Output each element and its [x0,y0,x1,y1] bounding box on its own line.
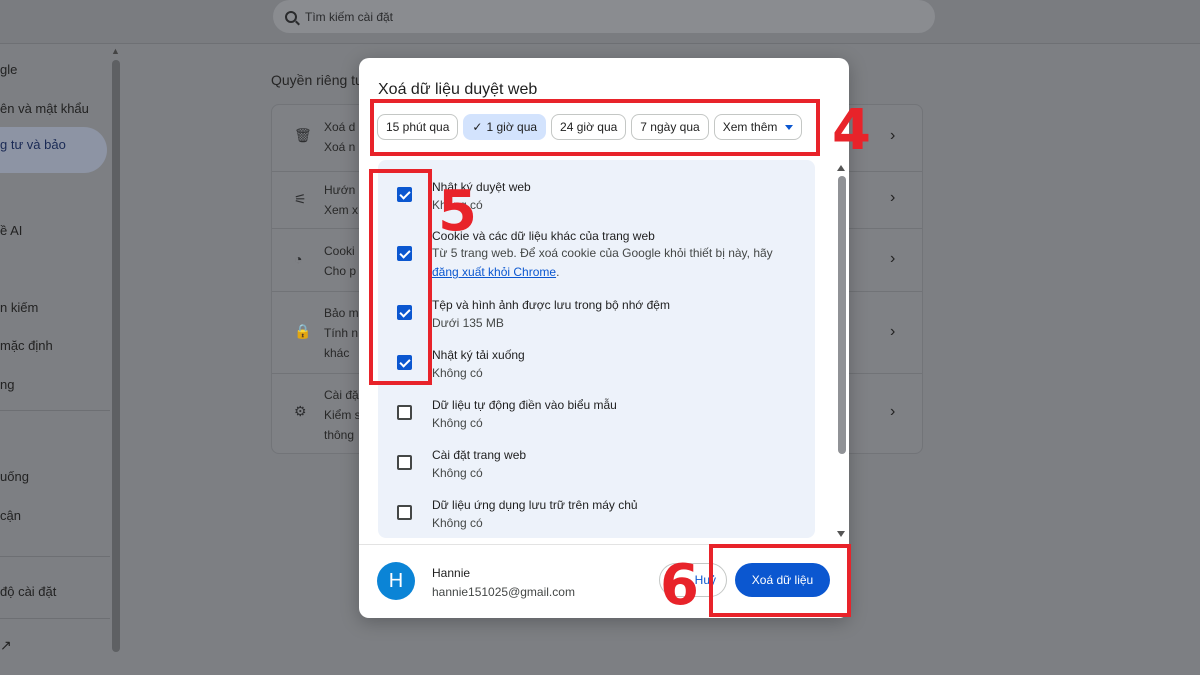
lock-icon: 🔒 [294,323,312,339]
sidebar-divider [0,556,110,557]
scroll-up-icon[interactable] [837,165,845,171]
checkbox-site-settings[interactable] [397,455,412,470]
sidebar-item-startup[interactable]: ng [0,377,14,392]
annotation-number-5: 5 [438,179,477,244]
section-title: Quyền riêng tư [271,72,365,88]
chevron-right-icon[interactable]: › [890,189,895,207]
user-email: hannie151025@gmail.com [432,585,575,599]
settings-search[interactable]: Tìm kiếm cài đặt [273,0,935,33]
sidebar-item-downloads[interactable]: uống [0,469,29,484]
sidebar-item-search[interactable]: n kiếm [0,300,38,315]
sidebar-item-accessibility[interactable]: cận [0,508,21,523]
search-icon [285,10,297,23]
sidebar-item-privacy[interactable]: g tư và bảo [0,137,66,152]
annotation-box-checkboxes [369,169,432,385]
item-subtitle: Không có [432,416,483,430]
user-name: Hannie [432,566,471,580]
item-title: Tệp và hình ảnh được lưu trong bộ nhớ đệ… [432,298,670,312]
search-placeholder: Tìm kiếm cài đặt [305,9,394,24]
item-title: Cài đặt trang web [432,448,527,462]
card-row-text[interactable]: Hướn Xem x [324,180,358,220]
dialog-scrollbar[interactable] [838,176,846,454]
sidebar-item-autofill[interactable]: ên và mật khẩu [0,101,89,116]
chevron-right-icon[interactable]: › [890,403,895,421]
item-title: Dữ liệu tự động điền vào biểu mẫu [432,398,617,412]
sidebar-scroll-up-icon[interactable]: ▲ [111,46,120,56]
annotation-box-time-range [370,99,820,156]
guide-icon: ⚟ [294,191,307,207]
chevron-right-icon[interactable]: › [890,250,895,268]
checkbox-hosted-app-data[interactable] [397,505,412,520]
item-subtitle: Dưới 135 MB [432,316,504,330]
dialog-title: Xoá dữ liệu duyệt web [378,81,538,98]
chevron-right-icon[interactable]: › [890,127,895,145]
sidebar-divider [0,410,110,411]
annotation-box-clear-button [709,544,851,617]
item-subtitle: Từ 5 trang web. Để xoá cookie của Google… [432,246,773,279]
item-subtitle: Không có [432,198,483,212]
scroll-down-icon[interactable] [837,531,845,537]
annotation-number-6: 6 [660,553,699,618]
item-title: Nhật ký tải xuống [432,348,525,362]
external-link-icon[interactable]: ↗ [0,637,12,654]
sidebar-item-ai[interactable]: ề AI [0,223,22,238]
trash-icon: 🗑 [294,127,312,143]
sidebar-scrollbar[interactable] [112,60,120,652]
card-row-text[interactable]: Cooki Cho p [324,241,356,281]
sliders-icon: ⚙ [294,403,307,419]
avatar: H [377,562,415,600]
annotation-number-4: 4 [832,98,871,163]
item-subtitle: Không có [432,466,483,480]
sidebar-item-default[interactable]: mặc định [0,338,53,353]
card-row-text[interactable]: Cài đặ Kiểm s thông [324,385,361,445]
sidebar-divider [0,618,110,619]
card-row-text[interactable]: Xoá d Xoá n [324,117,355,157]
sidebar-item-reset[interactable]: độ cài đặt [0,584,56,599]
checkbox-autofill[interactable] [397,405,412,420]
item-subtitle: Không có [432,516,483,530]
item-title: Dữ liệu ứng dụng lưu trữ trên máy chủ [432,498,638,512]
chevron-right-icon[interactable]: › [890,323,895,341]
cookie-icon: ◔ [294,251,303,267]
sign-out-chrome-link[interactable]: đăng xuất khỏi Chrome [432,265,556,279]
item-subtitle: Không có [432,366,483,380]
card-row-text[interactable]: Bảo m Tính n khác [324,303,359,363]
sidebar-item-google[interactable]: gle [0,62,17,77]
